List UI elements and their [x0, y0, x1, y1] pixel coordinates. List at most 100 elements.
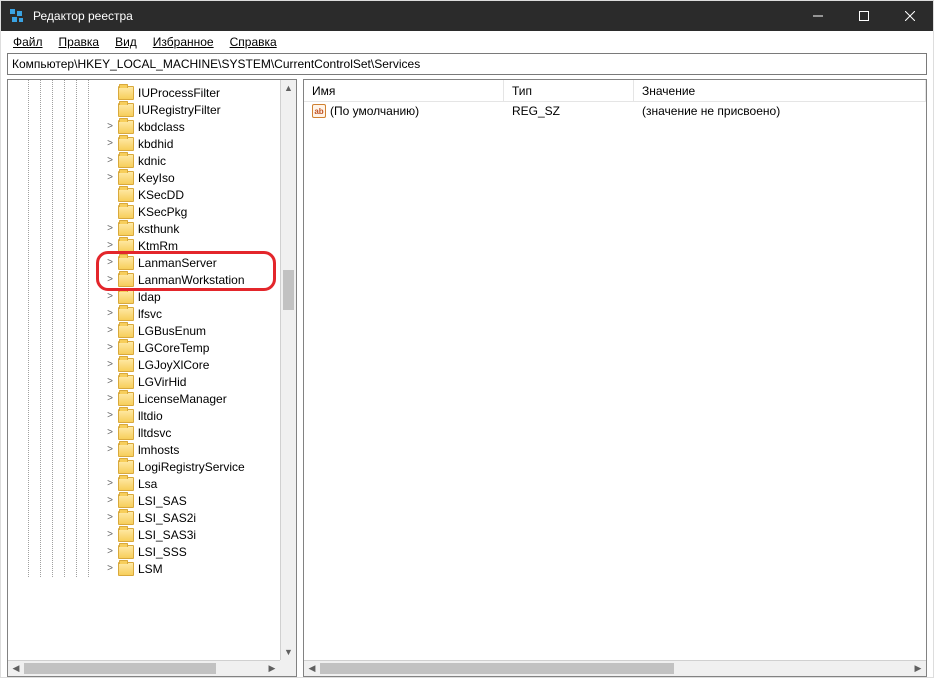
scroll-left-button[interactable]: ◀ [8, 661, 24, 676]
menu-file[interactable]: Файл [7, 33, 49, 51]
menu-edit[interactable]: Правка [53, 33, 106, 51]
tree-item[interactable]: > kbdhid [8, 135, 280, 152]
tree-item[interactable]: >LanmanServer [8, 254, 280, 271]
tree-item[interactable]: >LGJoyXlCore [8, 356, 280, 373]
expander-icon[interactable]: > [104, 393, 116, 404]
tree-item[interactable]: >kdnic [8, 152, 280, 169]
tree-item[interactable]: KSecDD [8, 186, 280, 203]
tree-item[interactable]: >LSI_SAS3i [8, 526, 280, 543]
close-button[interactable] [887, 1, 933, 31]
expander-icon[interactable]: > [104, 342, 116, 353]
registry-tree[interactable]: IUProcessFilterIURegistryFilter>kbdclass… [8, 80, 280, 577]
tree-vertical-scrollbar[interactable]: ▲ ▼ [280, 80, 296, 660]
tree-item[interactable]: > LanmanWorkstation [8, 271, 280, 288]
scroll-corner [280, 660, 296, 676]
tree-item[interactable]: >ldap [8, 288, 280, 305]
tree-item[interactable]: KSecPkg [8, 203, 280, 220]
value-type: REG_SZ [504, 104, 634, 118]
tree-item[interactable]: >LGBusEnum [8, 322, 280, 339]
scroll-down-button[interactable]: ▼ [281, 644, 296, 660]
expander-icon[interactable]: > [104, 223, 116, 234]
tree-item-label: kbdhid [138, 137, 173, 151]
expander-icon[interactable]: > [104, 546, 116, 557]
scroll-thumb[interactable] [283, 270, 294, 310]
expander-icon[interactable]: > [104, 427, 116, 438]
tree-item[interactable]: >LSI_SAS [8, 492, 280, 509]
tree-item[interactable]: > ksthunk [8, 220, 280, 237]
tree-item[interactable]: > lfsvc [8, 305, 280, 322]
expander-icon[interactable]: > [104, 240, 116, 251]
tree-item[interactable]: LogiRegistryService [8, 458, 280, 475]
menubar: Файл Правка Вид Избранное Справка [1, 31, 933, 53]
values-pane: Имя Тип Значение ab(По умолчанию)REG_SZ(… [303, 79, 927, 677]
tree-item[interactable]: IURegistryFilter [8, 101, 280, 118]
folder-icon [118, 528, 134, 542]
expander-icon[interactable]: > [104, 495, 116, 506]
scroll-right-button[interactable]: ▶ [264, 661, 280, 676]
column-header-name[interactable]: Имя [304, 80, 504, 101]
maximize-button[interactable] [841, 1, 887, 31]
tree-item[interactable]: >LSI_SAS2i [8, 509, 280, 526]
scroll-thumb-h[interactable] [320, 663, 674, 674]
tree-item-label: lfsvc [138, 307, 162, 321]
tree-item[interactable]: > KtmRm [8, 237, 280, 254]
tree-item[interactable]: >LGVirHid [8, 373, 280, 390]
tree-item-label: KSecDD [138, 188, 184, 202]
tree-item[interactable]: IUProcessFilter [8, 84, 280, 101]
tree-item-label: KtmRm [138, 239, 178, 253]
tree-item[interactable]: >kbdclass [8, 118, 280, 135]
folder-icon [118, 324, 134, 338]
tree-item-label: LanmanWorkstation [138, 273, 245, 287]
tree-item[interactable]: >LicenseManager [8, 390, 280, 407]
scroll-right-button[interactable]: ▶ [910, 661, 926, 676]
expander-icon[interactable]: > [104, 563, 116, 574]
expander-icon[interactable]: > [104, 410, 116, 421]
expander-icon[interactable]: > [104, 376, 116, 387]
expander-icon[interactable]: > [104, 529, 116, 540]
expander-icon[interactable]: > [104, 359, 116, 370]
address-bar[interactable]: Компьютер\HKEY_LOCAL_MACHINE\SYSTEM\Curr… [7, 53, 927, 75]
expander-icon[interactable]: > [104, 291, 116, 302]
expander-icon[interactable]: > [104, 155, 116, 166]
minimize-button[interactable] [795, 1, 841, 31]
tree-item[interactable]: >lltdio [8, 407, 280, 424]
menu-view[interactable]: Вид [109, 33, 143, 51]
menu-favorites[interactable]: Избранное [147, 33, 220, 51]
tree-item[interactable]: >LGCoreTemp [8, 339, 280, 356]
tree-item[interactable]: >lltdsvc [8, 424, 280, 441]
expander-icon[interactable]: > [104, 138, 116, 149]
menu-help[interactable]: Справка [224, 33, 283, 51]
values-horizontal-scrollbar[interactable]: ◀ ▶ [304, 660, 926, 676]
values-list[interactable]: ab(По умолчанию)REG_SZ(значение не присв… [304, 102, 926, 660]
tree-item-label: LSM [138, 562, 163, 576]
expander-icon[interactable]: > [104, 444, 116, 455]
tree-item-label: KSecPkg [138, 205, 187, 219]
scroll-left-button[interactable]: ◀ [304, 661, 320, 676]
tree-item[interactable]: >LSI_SSS [8, 543, 280, 560]
column-header-value[interactable]: Значение [634, 80, 926, 101]
scroll-thumb-h[interactable] [24, 663, 216, 674]
tree-item[interactable]: >KeyIso [8, 169, 280, 186]
expander-icon[interactable]: > [104, 512, 116, 523]
tree-item-label: ksthunk [138, 222, 179, 236]
expander-icon[interactable]: > [104, 325, 116, 336]
app-icon [9, 8, 25, 24]
expander-icon[interactable]: > [104, 478, 116, 489]
folder-icon [118, 511, 134, 525]
expander-icon[interactable]: > [104, 308, 116, 319]
scroll-up-button[interactable]: ▲ [281, 80, 296, 96]
folder-icon [118, 273, 134, 287]
expander-icon[interactable]: > [104, 172, 116, 183]
expander-icon[interactable]: > [104, 274, 116, 285]
tree-horizontal-scrollbar[interactable]: ◀ ▶ [8, 660, 280, 676]
column-header-type[interactable]: Тип [504, 80, 634, 101]
folder-icon [118, 545, 134, 559]
folder-icon [118, 86, 134, 100]
expander-icon[interactable]: > [104, 121, 116, 132]
tree-item[interactable]: >Lsa [8, 475, 280, 492]
tree-item[interactable]: >lmhosts [8, 441, 280, 458]
list-row[interactable]: ab(По умолчанию)REG_SZ(значение не присв… [304, 102, 926, 120]
expander-icon[interactable]: > [104, 257, 116, 268]
tree-item[interactable]: > LSM [8, 560, 280, 577]
folder-icon [118, 137, 134, 151]
